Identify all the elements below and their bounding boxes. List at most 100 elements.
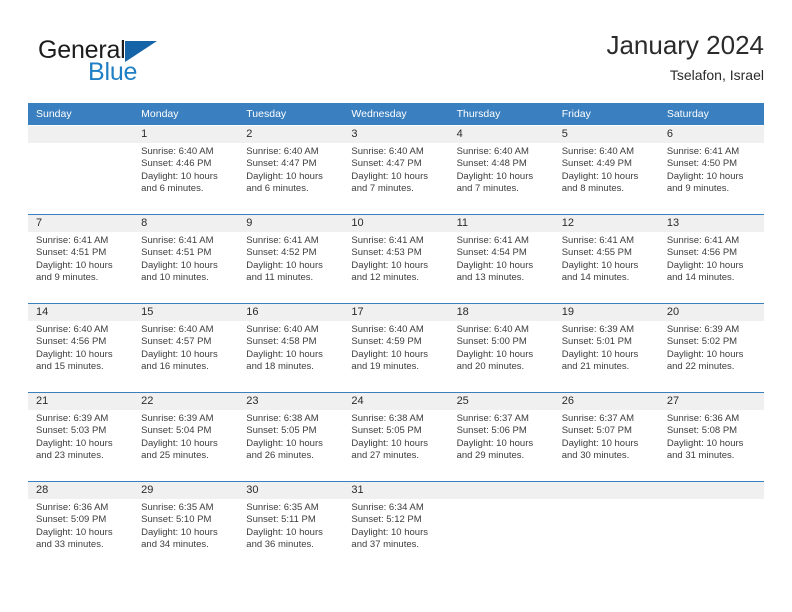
daylight-text: Daylight: 10 hours	[351, 259, 428, 271]
day-number: 27	[658, 393, 764, 410]
day-number: 2	[238, 126, 344, 143]
day-cell-31[interactable]: 31 Sunrise: 6:34 AM Sunset: 5:12 PM Dayligh…	[343, 482, 449, 570]
sunrise-text: Sunrise: 6:37 AM	[561, 413, 635, 424]
sunrise-text: Sunrise: 6:40 AM	[141, 324, 214, 335]
day-cell-2[interactable]: 2 Sunrise: 6:40 AM Sunset: 4:47 PM Daylight…	[238, 126, 344, 214]
day-details	[28, 143, 133, 146]
day-number: 1	[133, 126, 239, 143]
sunset-text: Sunset: 5:00 PM	[456, 336, 527, 348]
day-cell-28[interactable]: 28 Sunrise: 6:36 AM Sunset: 5:09 PM Dayligh…	[28, 482, 134, 570]
day-cell-26[interactable]: 26 Sunrise: 6:37 AM Sunset: 5:07 PM Dayligh…	[553, 393, 659, 481]
day-number	[28, 126, 134, 143]
day-cell-16[interactable]: 16 Sunrise: 6:40 AM Sunset: 4:58 PM Dayligh…	[238, 304, 344, 392]
day-number: 13	[658, 215, 764, 232]
day-cell-12[interactable]: 12 Sunrise: 6:41 AM Sunset: 4:55 PM Dayligh…	[553, 215, 659, 303]
weekday-header-row: Sunday Monday Tuesday Wednesday Thursday Frid…	[28, 103, 764, 125]
weekday-header-tuesday: Tuesday	[246, 108, 287, 120]
sunrise-text: Sunrise: 6:37 AM	[456, 413, 529, 424]
sunrise-text: Sunrise: 6:36 AM	[36, 502, 109, 513]
week-row: 21 Sunrise: 6:39 AM Sunset: 5:03 PM Dayligh…	[28, 392, 764, 481]
day-cell-29[interactable]: 29 Sunrise: 6:35 AM Sunset: 5:10 PM Dayligh…	[133, 482, 239, 570]
sunset-text: Sunset: 4:47 PM	[246, 158, 317, 170]
page-title: January 2024	[606, 30, 764, 60]
day-cell-30[interactable]: 30 Sunrise: 6:35 AM Sunset: 5:11 PM Dayligh…	[238, 482, 344, 570]
sunrise-text: Sunrise: 6:40 AM	[351, 324, 424, 335]
sunset-text: Sunset: 5:09 PM	[36, 514, 107, 526]
day-cell-7[interactable]: 7 Sunrise: 6:41 AM Sunset: 4:51 PM Daylight…	[28, 215, 134, 303]
sunrise-text: Sunrise: 6:39 AM	[666, 324, 740, 335]
general-blue-logo[interactable]: General Blue	[28, 36, 258, 94]
logo-text-blue: Blue	[88, 58, 138, 86]
day-number: 5	[553, 126, 659, 143]
daylight-text: and 27 minutes.	[351, 450, 420, 462]
day-number: 31	[343, 482, 449, 499]
day-cell-24[interactable]: 24 Sunrise: 6:38 AM Sunset: 5:05 PM Dayligh…	[343, 393, 449, 481]
day-cell-9[interactable]: 9 Sunrise: 6:41 AM Sunset: 4:52 PM Daylight…	[238, 215, 344, 303]
day-cell-17[interactable]: 17 Sunrise: 6:40 AM Sunset: 4:59 PM Dayligh…	[343, 304, 449, 392]
daylight-text: and 6 minutes.	[246, 183, 309, 195]
day-cell-10[interactable]: 10 Sunrise: 6:41 AM Sunset: 4:53 PM Dayligh…	[343, 215, 449, 303]
daylight-text: Daylight: 10 hours	[141, 259, 218, 271]
day-details: Sunrise: 6:41 AM Sunset: 4:51 PM Daylight:…	[133, 232, 238, 285]
daylight-text: and 8 minutes.	[561, 183, 625, 195]
day-cell-23[interactable]: 23 Sunrise: 6:38 AM Sunset: 5:05 PM Dayligh…	[238, 393, 344, 481]
day-cell-21[interactable]: 21 Sunrise: 6:39 AM Sunset: 5:03 PM Dayligh…	[28, 393, 134, 481]
day-number: 15	[133, 304, 239, 321]
day-cell-20[interactable]: 20 Sunrise: 6:39 AM Sunset: 5:02 PM Dayligh…	[658, 304, 764, 392]
day-cell-11[interactable]: 11 Sunrise: 6:41 AM Sunset: 4:54 PM Dayligh…	[448, 215, 554, 303]
day-number: 7	[28, 215, 134, 232]
day-number: 4	[448, 126, 554, 143]
daylight-text: Daylight: 10 hours	[141, 348, 218, 360]
weekday-header-sunday: Sunday	[36, 108, 72, 120]
day-details: Sunrise: 6:40 AM Sunset: 4:57 PM Daylight:…	[133, 321, 238, 374]
daylight-text: Daylight: 10 hours	[666, 348, 744, 360]
day-cell-empty	[28, 126, 134, 214]
day-details: Sunrise: 6:41 AM Sunset: 4:55 PM Daylight:…	[554, 232, 659, 285]
day-details: Sunrise: 6:36 AM Sunset: 5:08 PM Daylight:…	[659, 410, 764, 463]
day-details: Sunrise: 6:38 AM Sunset: 5:05 PM Daylight:…	[238, 410, 343, 463]
daylight-text: Daylight: 10 hours	[141, 170, 218, 182]
daylight-text: Daylight: 10 hours	[561, 259, 639, 271]
day-number: 30	[238, 482, 344, 499]
daylight-text: Daylight: 10 hours	[36, 437, 113, 449]
day-details: Sunrise: 6:41 AM Sunset: 4:51 PM Daylight:…	[28, 232, 133, 285]
day-cell-1[interactable]: 1 Sunrise: 6:40 AM Sunset: 4:46 PM Daylight…	[133, 126, 239, 214]
day-cell-3[interactable]: 3 Sunrise: 6:40 AM Sunset: 4:47 PM Daylight…	[343, 126, 449, 214]
day-details: Sunrise: 6:40 AM Sunset: 4:56 PM Daylight:…	[28, 321, 133, 374]
sunrise-text: Sunrise: 6:40 AM	[246, 146, 319, 157]
day-cell-25[interactable]: 25 Sunrise: 6:37 AM Sunset: 5:06 PM Dayligh…	[448, 393, 554, 481]
day-cell-19[interactable]: 19 Sunrise: 6:39 AM Sunset: 5:01 PM Dayligh…	[553, 304, 659, 392]
sunset-text: Sunset: 4:52 PM	[246, 247, 317, 259]
weekday-header-thursday: Thursday	[456, 108, 501, 120]
day-number: 29	[133, 482, 239, 499]
sunrise-text: Sunrise: 6:41 AM	[351, 235, 424, 246]
day-details: Sunrise: 6:39 AM Sunset: 5:02 PM Daylight:…	[659, 321, 764, 374]
day-cell-6[interactable]: 6 Sunrise: 6:41 AM Sunset: 4:50 PM Daylight…	[658, 126, 764, 214]
sunrise-text: Sunrise: 6:38 AM	[351, 413, 424, 424]
sunrise-text: Sunrise: 6:41 AM	[666, 146, 740, 157]
day-cell-13[interactable]: 13 Sunrise: 6:41 AM Sunset: 4:56 PM Dayligh…	[658, 215, 764, 303]
daylight-text: and 14 minutes.	[666, 272, 735, 284]
day-cell-8[interactable]: 8 Sunrise: 6:41 AM Sunset: 4:51 PM Daylight…	[133, 215, 239, 303]
day-cell-22[interactable]: 22 Sunrise: 6:39 AM Sunset: 5:04 PM Dayligh…	[133, 393, 239, 481]
day-cell-18[interactable]: 18 Sunrise: 6:40 AM Sunset: 5:00 PM Dayligh…	[448, 304, 554, 392]
sunrise-text: Sunrise: 6:39 AM	[36, 413, 109, 424]
sunset-text: Sunset: 5:03 PM	[36, 425, 107, 437]
daylight-text: Daylight: 10 hours	[456, 259, 534, 271]
day-cell-27[interactable]: 27 Sunrise: 6:36 AM Sunset: 5:08 PM Dayligh…	[658, 393, 764, 481]
day-details: Sunrise: 6:37 AM Sunset: 5:07 PM Daylight:…	[554, 410, 659, 463]
daylight-text: and 10 minutes.	[141, 272, 209, 284]
daylight-text: and 34 minutes.	[141, 539, 209, 551]
week-row: 1 Sunrise: 6:40 AM Sunset: 4:46 PM Daylight…	[28, 125, 764, 214]
daylight-text: and 30 minutes.	[561, 450, 630, 462]
day-cell-15[interactable]: 15 Sunrise: 6:40 AM Sunset: 4:57 PM Dayligh…	[133, 304, 239, 392]
day-number: 12	[553, 215, 659, 232]
sunrise-text: Sunrise: 6:36 AM	[666, 413, 740, 424]
sunrise-text: Sunrise: 6:40 AM	[36, 324, 109, 335]
sunset-text: Sunset: 4:56 PM	[36, 336, 107, 348]
day-cell-14[interactable]: 14 Sunrise: 6:40 AM Sunset: 4:56 PM Dayligh…	[28, 304, 134, 392]
day-number: 21	[28, 393, 134, 410]
day-cell-4[interactable]: 4 Sunrise: 6:40 AM Sunset: 4:48 PM Daylight…	[448, 126, 554, 214]
day-cell-5[interactable]: 5 Sunrise: 6:40 AM Sunset: 4:49 PM Daylight…	[553, 126, 659, 214]
sunrise-text: Sunrise: 6:40 AM	[141, 146, 214, 157]
